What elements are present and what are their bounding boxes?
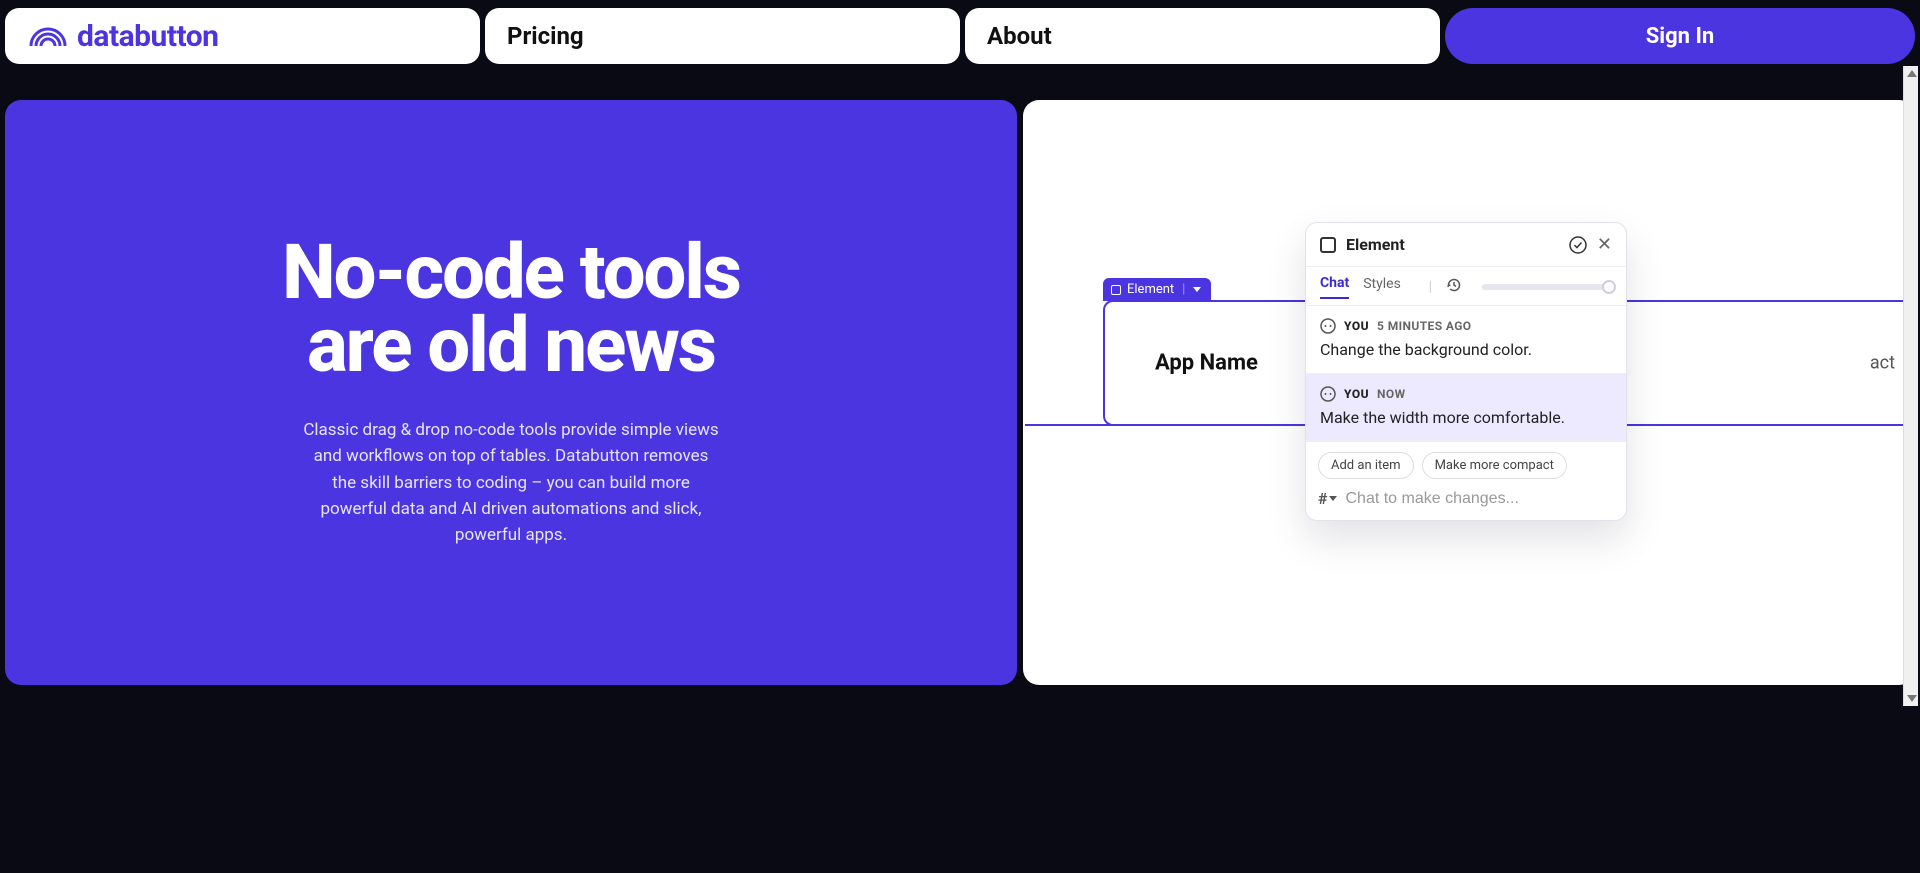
nav-about-label: About <box>987 22 1052 50</box>
message-author: YOU <box>1344 319 1369 333</box>
trailing-text: act <box>1870 353 1895 374</box>
tab-chat[interactable]: Chat <box>1320 275 1349 299</box>
chevron-down-icon <box>1193 287 1201 292</box>
message-time: NOW <box>1377 387 1405 401</box>
history-slider[interactable] <box>1482 284 1612 290</box>
hero-title-line2: are old news <box>307 300 715 390</box>
chevron-down-icon <box>1329 496 1337 501</box>
signin-label: Sign In <box>1646 24 1715 49</box>
square-icon <box>1111 285 1121 295</box>
chip-make-compact[interactable]: Make more compact <box>1422 452 1567 479</box>
nav-pricing[interactable]: Pricing <box>485 8 960 64</box>
scroll-up-icon[interactable] <box>1907 70 1917 77</box>
chat-panel: Element ✕ Chat Styles | <box>1305 222 1627 521</box>
message-text: Change the background color. <box>1320 340 1612 359</box>
message-author: YOU <box>1344 387 1369 401</box>
chat-message: YOU NOW Make the width more comfortable. <box>1306 374 1626 442</box>
app-name-text: App Name <box>1155 351 1258 376</box>
chat-message: YOU 5 MINUTES AGO Change the background … <box>1306 306 1626 374</box>
message-status-icon <box>1320 386 1336 402</box>
message-text: Make the width more comfortable. <box>1320 408 1612 427</box>
message-time: 5 MINUTES AGO <box>1377 319 1471 333</box>
tab-styles[interactable]: Styles <box>1363 276 1401 298</box>
hero-body: Classic drag & drop no-code tools provid… <box>301 417 721 549</box>
brand-text: databutton <box>77 19 219 54</box>
square-icon <box>1320 237 1336 253</box>
hero-row: No-code tools are old news Classic drag … <box>0 72 1920 685</box>
logo-pill[interactable]: databutton <box>5 8 480 64</box>
element-tag-label: Element <box>1127 282 1174 297</box>
panel-header: Element ✕ <box>1306 223 1626 267</box>
panel-title: Element <box>1346 235 1559 254</box>
panel-tabs: Chat Styles | <box>1306 267 1626 306</box>
check-circle-icon[interactable] <box>1569 236 1587 254</box>
hash-picker[interactable]: # <box>1318 489 1337 508</box>
hero-right-preview: Element | App Name act Element ✕ Chat St… <box>1023 100 1915 685</box>
nav-about[interactable]: About <box>965 8 1440 64</box>
logo-icon <box>27 22 69 50</box>
message-status-icon <box>1320 318 1336 334</box>
nav-pricing-label: Pricing <box>507 22 584 50</box>
suggestion-chips: Add an item Make more compact <box>1306 442 1626 489</box>
chat-input[interactable] <box>1345 490 1614 508</box>
slider-knob[interactable] <box>1602 280 1616 294</box>
scroll-down-icon[interactable] <box>1907 695 1917 702</box>
hero-left: No-code tools are old news Classic drag … <box>5 100 1017 685</box>
signin-button[interactable]: Sign In <box>1445 8 1915 64</box>
top-nav: databutton Pricing About Sign In <box>0 0 1920 72</box>
chip-add-item[interactable]: Add an item <box>1318 452 1414 479</box>
composer: # <box>1306 489 1626 520</box>
close-icon[interactable]: ✕ <box>1597 236 1612 254</box>
scrollbar[interactable] <box>1903 66 1918 706</box>
hero-title: No-code tools are old news <box>282 236 740 380</box>
element-tag[interactable]: Element | <box>1103 278 1211 301</box>
history-icon[interactable] <box>1446 277 1462 297</box>
